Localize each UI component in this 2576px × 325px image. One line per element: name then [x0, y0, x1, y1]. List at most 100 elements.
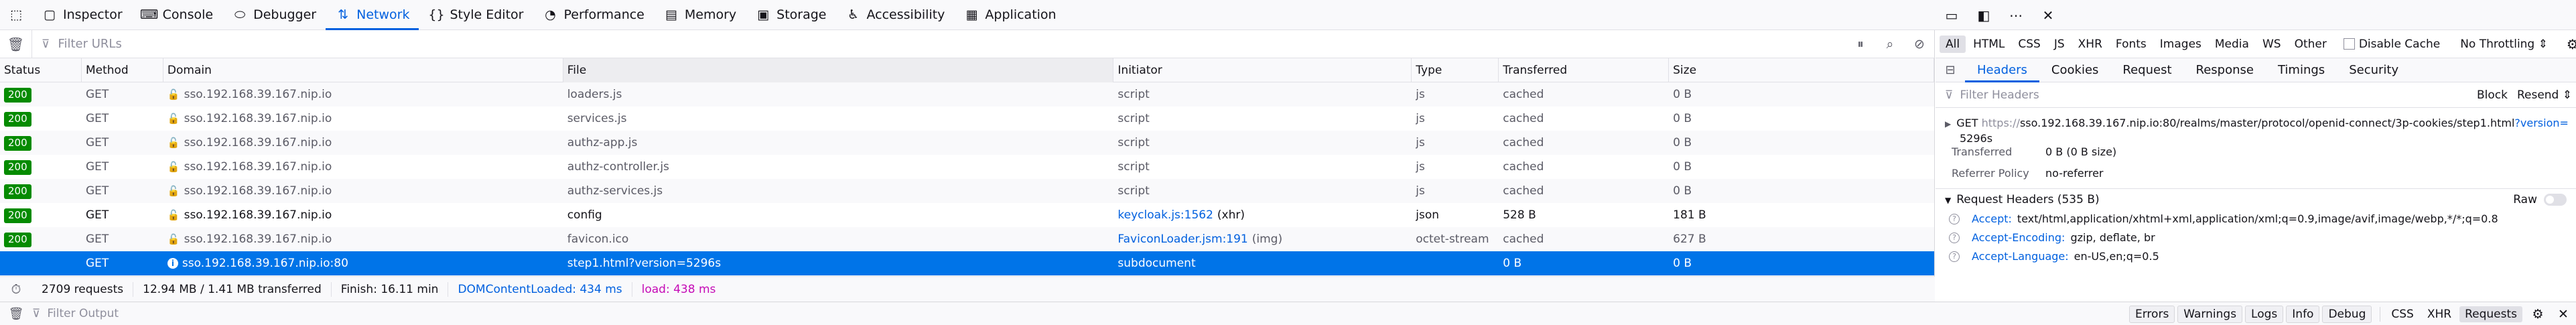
table-row[interactable]: 200 GET 🔓 sso.192.168.39.167.nip.io config ke…: [0, 203, 1934, 227]
tab-response[interactable]: Response: [2184, 58, 2266, 82]
header-row[interactable]: ? Accept-Language: en-US,en;q=0.5: [1945, 247, 2576, 266]
status-cell: 200: [0, 131, 82, 155]
column-size[interactable]: Size: [1669, 58, 1934, 82]
dock-icon[interactable]: ◧: [1968, 7, 2000, 23]
close-icon[interactable]: ✕: [2032, 7, 2064, 23]
initiator-text[interactable]: FaviconLoader.jsm:191: [1117, 233, 1247, 246]
headers-filter-input[interactable]: Filter Headers: [1960, 88, 2039, 102]
initiator-cell: script: [1113, 155, 1412, 179]
tab-style-editor[interactable]: {} Style Editor: [419, 0, 533, 30]
gear-icon[interactable]: ⚙: [2525, 307, 2551, 322]
toolbox-controls: ▭ ◧ ⋯ ✕: [1936, 0, 2576, 30]
column-file[interactable]: File: [563, 58, 1114, 82]
throttling-select[interactable]: No Throttling ⇕: [2460, 38, 2548, 51]
request-headers-section[interactable]: ▼ Request Headers (535 B) Raw: [1936, 188, 2576, 210]
tab-network[interactable]: ⇅ Network: [326, 0, 419, 30]
type-filter-other[interactable]: Other: [2289, 36, 2333, 53]
split-console-bar: 🗑 ⊽ Filter Output Errors Warnings Logs Info…: [0, 302, 2576, 325]
table-row[interactable]: 200 GET 🔓 sso.192.168.39.167.nip.io favicon.…: [0, 227, 1934, 251]
help-icon[interactable]: ?: [1949, 233, 1960, 243]
search-icon[interactable]: ⌕: [1875, 37, 1905, 52]
resend-button[interactable]: Resend ⇕: [2517, 88, 2572, 102]
initiator-text: subdocument: [1117, 257, 1196, 270]
table-row[interactable]: 200 GET 🔓 sso.192.168.39.167.nip.io services…: [0, 107, 1934, 131]
header-row[interactable]: ? Accept-Encoding: gzip, deflate, br: [1945, 229, 2576, 247]
table-row[interactable]: 200 GET 🔓 sso.192.168.39.167.nip.io authz-co…: [0, 155, 1934, 179]
tab-storage[interactable]: ▣ Storage: [746, 0, 835, 30]
column-initiator[interactable]: Initiator: [1113, 58, 1412, 82]
tab-security[interactable]: Security: [2337, 58, 2411, 82]
method-cell: GET: [85, 208, 109, 222]
help-icon[interactable]: ?: [1949, 214, 1960, 224]
column-domain[interactable]: Domain: [163, 58, 563, 82]
filter-logs-button[interactable]: Logs: [2245, 305, 2284, 323]
network-icon: ⇅: [338, 7, 349, 22]
filter-errors-button[interactable]: Errors: [2129, 305, 2175, 323]
column-status[interactable]: Status: [0, 58, 82, 82]
type-filter-html[interactable]: HTML: [1967, 36, 2011, 53]
clear-console-icon[interactable]: 🗑: [0, 307, 32, 321]
table-row[interactable]: GET i sso.192.168.39.167.nip.io:80 step1.ht…: [0, 251, 1934, 275]
status-cell: 200: [0, 107, 82, 131]
filter-css-button[interactable]: CSS: [2386, 306, 2419, 322]
toggle-switch-icon[interactable]: [2544, 194, 2567, 206]
console-filter-input[interactable]: Filter Output: [47, 307, 119, 320]
type-filter-media[interactable]: Media: [2209, 36, 2255, 53]
filter-requests-button[interactable]: Requests: [2459, 306, 2522, 322]
more-options-icon[interactable]: ⋯: [2000, 7, 2032, 23]
filter-xhr-button[interactable]: XHR: [2422, 306, 2457, 322]
tab-inspector[interactable]: ▢ Inspector: [32, 0, 132, 30]
tab-memory[interactable]: ▤ Memory: [654, 0, 746, 30]
tab-accessibility[interactable]: ♿ Accessibility: [836, 0, 955, 30]
header-row[interactable]: ?Connection:keep-alive: [1945, 266, 2576, 269]
responsive-design-icon[interactable]: ▭: [1936, 7, 1968, 23]
insecure-lock-icon: 🔓: [167, 233, 180, 245]
column-type[interactable]: Type: [1412, 58, 1499, 82]
table-row[interactable]: 200 GET 🔓 sso.192.168.39.167.nip.io authz-ap…: [0, 131, 1934, 155]
raw-toggle[interactable]: Raw: [2513, 189, 2567, 210]
domain-text: sso.192.168.39.167.nip.io: [184, 136, 332, 149]
gear-icon[interactable]: ⚙: [2567, 36, 2576, 52]
filter-info-button[interactable]: Info: [2286, 305, 2320, 323]
tab-cookies[interactable]: Cookies: [2039, 58, 2110, 82]
toggle-panel-icon[interactable]: ⊟: [1936, 63, 1965, 77]
domain-text: sso.192.168.39.167.nip.io: [184, 233, 332, 246]
element-picker-icon[interactable]: ⬚: [0, 0, 32, 30]
type-filter-all[interactable]: All: [1940, 35, 1966, 53]
performance-analysis-icon[interactable]: ⏱: [0, 282, 32, 297]
tab-headers[interactable]: Headers: [1965, 58, 2039, 82]
domain-cell: 🔓 sso.192.168.39.167.nip.io: [163, 82, 563, 107]
column-method[interactable]: Method: [82, 58, 163, 82]
filter-debug-button[interactable]: Debug: [2322, 305, 2372, 323]
pause-icon[interactable]: ⏸: [1846, 37, 1875, 52]
type-filter-css[interactable]: CSS: [2012, 36, 2046, 53]
tab-label: Memory: [684, 7, 737, 22]
filter-warnings-button[interactable]: Warnings: [2177, 305, 2243, 323]
disable-cache-checkbox[interactable]: Disable Cache: [2343, 38, 2440, 51]
type-filter-images[interactable]: Images: [2154, 36, 2208, 53]
request-url-line[interactable]: ▶ GET https://sso.192.168.39.167.nip.io:8…: [1945, 108, 2576, 145]
expand-arrow-icon[interactable]: ▶: [1945, 119, 1951, 129]
initiator-text[interactable]: keycloak.js:1562: [1117, 208, 1213, 222]
type-filter-js[interactable]: JS: [2048, 36, 2071, 53]
collapse-arrow-icon[interactable]: ▼: [1945, 196, 1951, 205]
close-icon[interactable]: ✕: [2551, 307, 2576, 322]
column-transferred[interactable]: Transferred: [1499, 58, 1670, 82]
type-filter-xhr[interactable]: XHR: [2072, 36, 2108, 53]
type-filter-fonts[interactable]: Fonts: [2110, 36, 2153, 53]
clear-requests-icon[interactable]: 🗑: [0, 29, 32, 58]
block-button[interactable]: Block: [2477, 88, 2508, 102]
tab-console[interactable]: ⌨ Console: [132, 0, 222, 30]
tab-request[interactable]: Request: [2110, 58, 2183, 82]
tab-application[interactable]: ▦ Application: [954, 0, 1065, 30]
tab-timings[interactable]: Timings: [2266, 58, 2337, 82]
tab-debugger[interactable]: ⬭ Debugger: [222, 0, 326, 30]
type-filter-ws[interactable]: WS: [2256, 36, 2287, 53]
url-filter-input[interactable]: Filter URLs: [58, 37, 121, 51]
table-row[interactable]: 200 GET 🔓 sso.192.168.39.167.nip.io authz-se…: [0, 179, 1934, 203]
help-icon[interactable]: ?: [1949, 251, 1960, 262]
table-row[interactable]: 200 GET 🔓 sso.192.168.39.167.nip.io loaders.…: [0, 82, 1934, 107]
tab-performance[interactable]: ◔ Performance: [533, 0, 653, 30]
block-icon[interactable]: ⊘: [1905, 37, 1934, 52]
header-row[interactable]: ? Accept: text/html,application/xhtml+xml,…: [1945, 210, 2576, 229]
